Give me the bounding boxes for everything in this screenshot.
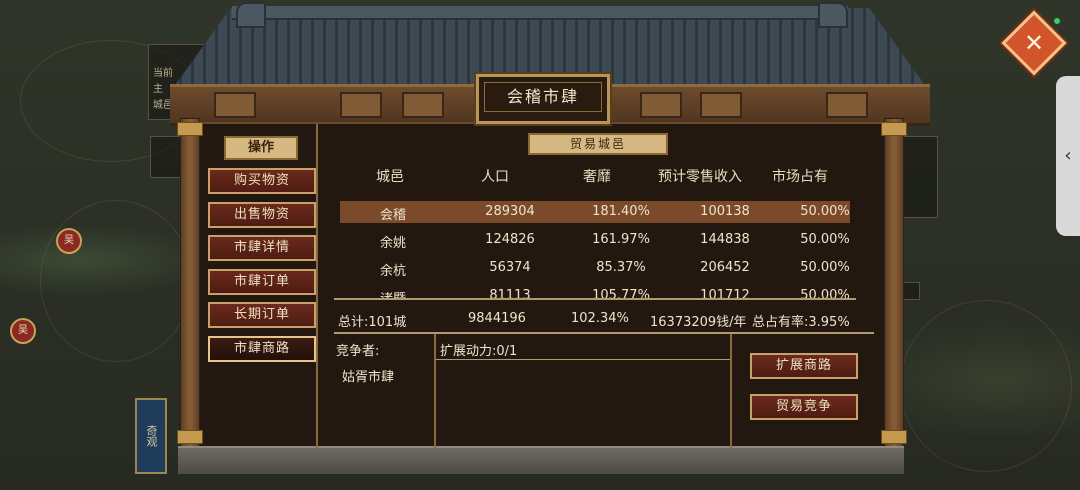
cell-population: 124826	[485, 232, 535, 247]
background-text: 当前	[153, 68, 173, 79]
eave-bracket	[214, 92, 256, 118]
pillar-cap	[881, 430, 907, 444]
competitor-name[interactable]: 姑胥市肆	[342, 366, 394, 385]
cell-share: 50.00%	[800, 260, 850, 275]
total-share: 总占有率:3.95%	[752, 315, 850, 330]
operations-label: 操作	[224, 136, 298, 160]
cell-income: 206452	[700, 260, 750, 275]
building-base	[178, 446, 904, 474]
chevron-left-icon: ‹	[1064, 145, 1072, 166]
column-header-luxury: 奢靡	[583, 169, 611, 185]
cell-population: 289304	[485, 204, 535, 219]
cell-luxury: 85.37%	[596, 260, 646, 275]
pillar	[180, 118, 200, 448]
column-header-city: 城邑	[376, 169, 404, 185]
cell-luxury: 161.97%	[592, 232, 650, 247]
title-plaque: 会稽市肆	[476, 74, 610, 124]
expansion-power: 扩展动力:0/1	[440, 344, 518, 359]
city-marker[interactable]: 吴	[56, 228, 82, 254]
city-marker[interactable]: 吴	[10, 318, 36, 344]
eave-bracket	[340, 92, 382, 118]
wonders-tab[interactable]: 奇观	[135, 398, 167, 474]
pillar-cap	[177, 122, 203, 136]
divider	[334, 298, 856, 300]
cell-city: 会稽	[379, 208, 406, 223]
cell-income: 100138	[700, 204, 750, 219]
cell-luxury: 181.40%	[592, 204, 650, 219]
shop-orders-button[interactable]: 市肆订单	[208, 269, 316, 295]
status-indicator	[1054, 18, 1060, 24]
map-contour	[40, 200, 192, 362]
map-contour	[900, 300, 1072, 472]
trade-cities-label: 贸易城邑	[528, 133, 668, 155]
eave-bracket	[826, 92, 868, 118]
pillar	[884, 118, 904, 448]
total-population: 9844196	[468, 311, 526, 326]
cell-population: 81113	[489, 288, 531, 298]
roof-ornament	[236, 2, 266, 28]
cell-city: 余杭	[379, 264, 406, 279]
close-icon: ✕	[1023, 29, 1045, 57]
total-luxury: 102.34%	[571, 311, 629, 326]
divider	[730, 334, 732, 448]
trade-routes-button[interactable]: 市肆商路	[208, 336, 316, 362]
roof-ornament	[818, 2, 848, 28]
buy-goods-button[interactable]: 购买物资	[208, 168, 316, 194]
cell-income: 101712	[700, 288, 750, 298]
cell-share: 50.00%	[800, 204, 850, 219]
column-header-income: 预计零售收入	[658, 169, 742, 185]
total-cities: 总计:101城	[338, 315, 407, 330]
page-title: 会稽市肆	[484, 82, 602, 112]
drawer-handle[interactable]: ‹	[1056, 76, 1080, 236]
eave-bracket	[700, 92, 742, 118]
column-header-population: 人口	[481, 169, 509, 185]
pillar-cap	[177, 430, 203, 444]
roof-ridge	[232, 6, 848, 20]
pillar-cap	[881, 122, 907, 136]
trade-rows-list[interactable]: 会稽 289304 181.40% 100138 50.00% 余姚 12482…	[330, 196, 860, 298]
column-divider	[316, 124, 318, 448]
trade-compete-button[interactable]: 贸易竞争	[750, 394, 858, 420]
cell-income: 144838	[700, 232, 750, 247]
divider	[334, 332, 874, 334]
cell-luxury: 105.77%	[592, 288, 650, 298]
eave-bracket	[640, 92, 682, 118]
cell-population: 56374	[489, 260, 531, 275]
divider	[434, 334, 436, 448]
eave-bracket	[402, 92, 444, 118]
shop-details-button[interactable]: 市肆详情	[208, 235, 316, 261]
background-text: 主	[153, 84, 163, 95]
long-term-orders-button[interactable]: 长期订单	[208, 302, 316, 328]
cell-share: 50.00%	[800, 288, 850, 298]
cell-city: 诸暨	[338, 288, 448, 298]
column-header-share: 市场占有	[772, 169, 828, 185]
total-income: 16373209钱/年	[650, 315, 747, 330]
cell-share: 50.00%	[800, 232, 850, 247]
expand-route-button[interactable]: 扩展商路	[750, 353, 858, 379]
cell-city: 余姚	[379, 236, 406, 251]
competitors-label: 竞争者:	[336, 344, 380, 359]
divider	[436, 359, 730, 360]
sell-goods-button[interactable]: 出售物资	[208, 202, 316, 228]
